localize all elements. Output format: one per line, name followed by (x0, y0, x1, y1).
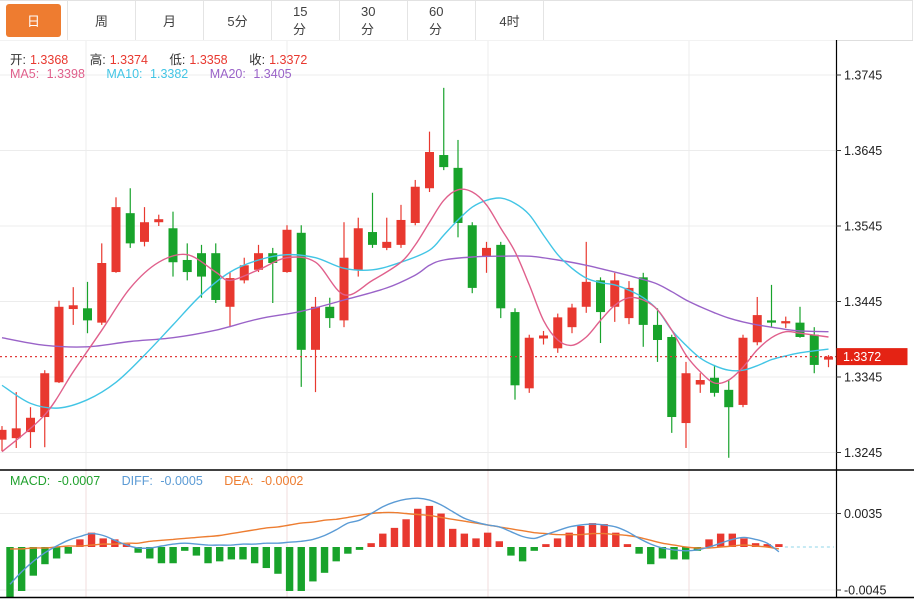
tab-5min[interactable]: 5分 (204, 1, 272, 40)
tab-60min-label: 60分 (408, 0, 475, 45)
dea-label: DEA: (224, 474, 253, 488)
ma20-label: MA20: (210, 67, 246, 81)
tab-60min[interactable]: 60分 (408, 1, 476, 40)
low-value: 1.3358 (189, 53, 227, 67)
candles-layer (0, 88, 833, 458)
tab-monthly-label: 月 (142, 4, 197, 37)
svg-text:1.3345: 1.3345 (844, 371, 882, 385)
tab-weekly[interactable]: 周 (68, 1, 136, 40)
tab-30min[interactable]: 30分 (340, 1, 408, 40)
ma5-value: 1.3398 (47, 67, 85, 81)
last-price-badge-text: 1.3372 (843, 350, 881, 364)
kline-app: 日 周 月 5分 15分 30分 60分 4时 开: 1.3368 高: 1.337… (0, 0, 914, 603)
ma5-label: MA5: (10, 67, 39, 81)
diff-label: DIFF: (122, 474, 153, 488)
ohlc-legend: 开: 1.3368 高: 1.3374 低: 1.3358 收: 1.3372 (10, 49, 325, 68)
macd-value: -0.0007 (58, 474, 100, 488)
price-axis: 1.3745 1.3645 1.3545 1.3445 1.3345 1.3245 0.00… (836, 69, 908, 598)
tab-5min-label: 5分 (206, 4, 268, 37)
low-label: 低: (169, 53, 185, 67)
high-value: 1.3374 (110, 53, 148, 67)
candlestick-chart[interactable]: 1.3745 1.3645 1.3545 1.3445 1.3345 1.3245 0.00… (0, 40, 914, 603)
macd-legend: MACD: -0.0007 DIFF: -0.0005 DEA: -0.0002 (10, 474, 321, 488)
tab-15min-label: 15分 (272, 0, 339, 45)
tabbar-filler (544, 1, 913, 40)
svg-text:-0.0045: -0.0045 (844, 584, 886, 598)
ma20-value: 1.3405 (253, 67, 291, 81)
ma-legend: MA5: 1.3398 MA10: 1.3382 MA20: 1.3405 (10, 67, 310, 81)
tab-weekly-label: 周 (74, 4, 129, 37)
svg-text:1.3445: 1.3445 (844, 295, 882, 309)
dea-value: -0.0002 (261, 474, 303, 488)
tab-daily-label: 日 (6, 4, 61, 37)
tab-4hour[interactable]: 4时 (476, 1, 544, 40)
high-label: 高: (90, 53, 106, 67)
ma10-value: 1.3382 (150, 67, 188, 81)
tab-15min[interactable]: 15分 (272, 1, 340, 40)
close-value: 1.3372 (269, 53, 307, 67)
svg-text:1.3745: 1.3745 (844, 69, 882, 83)
tab-30min-label: 30分 (340, 0, 407, 45)
svg-text:1.3645: 1.3645 (844, 144, 882, 158)
svg-text:1.3545: 1.3545 (844, 220, 882, 234)
svg-text:0.0035: 0.0035 (844, 507, 882, 521)
timeframe-tabbar: 日 周 月 5分 15分 30分 60分 4时 (0, 0, 913, 41)
diff-value: -0.0005 (160, 474, 202, 488)
tab-daily[interactable]: 日 (0, 1, 68, 40)
macd-label: MACD: (10, 474, 50, 488)
svg-text:1.3245: 1.3245 (844, 446, 882, 460)
close-label: 收: (249, 53, 265, 67)
tab-4hour-label: 4时 (478, 4, 540, 37)
ma10-label: MA10: (106, 67, 142, 81)
open-value: 1.3368 (30, 53, 68, 67)
tab-monthly[interactable]: 月 (136, 1, 204, 40)
open-label: 开: (10, 53, 26, 67)
